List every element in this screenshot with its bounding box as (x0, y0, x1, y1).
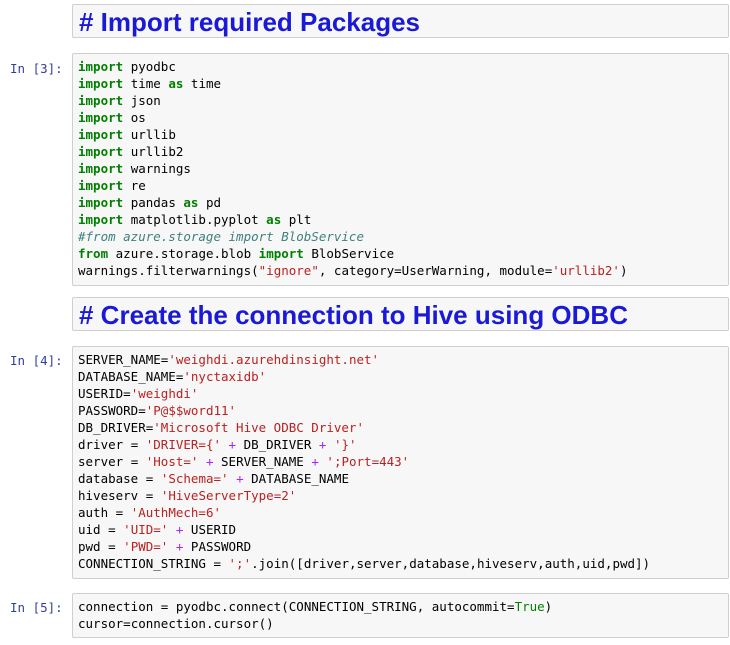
code-line: USERID='weighdi' (78, 386, 199, 401)
code-editor-3[interactable]: import pyodbc import time as time import… (73, 54, 728, 279)
code-line: import os (78, 110, 146, 125)
code-line: auth = 'AuthMech=6' (78, 505, 222, 520)
heading-import: # Import required Packages (79, 7, 421, 37)
code-line: import pyodbc (78, 59, 176, 74)
prompt-in-4: In [4]: (10, 353, 63, 368)
prompt-in-5: In [5]: (10, 600, 63, 615)
code-cell-3[interactable]: import pyodbc import time as time import… (72, 53, 729, 286)
code-line: connection = pyodbc.connect(CONNECTION_S… (78, 599, 553, 614)
code-line: import urllib2 (78, 144, 184, 159)
code-editor-5[interactable]: connection = pyodbc.connect(CONNECTION_S… (73, 594, 728, 632)
code-line: import json (78, 93, 161, 108)
code-editor-4[interactable]: SERVER_NAME='weighdi.azurehdinsight.net'… (73, 347, 728, 572)
code-line: warnings.filterwarnings("ignore", catego… (78, 263, 628, 278)
code-line: database = 'Schema=' + DATABASE_NAME (78, 471, 349, 486)
code-line: import time as time (78, 76, 222, 91)
code-line: uid = 'UID=' + USERID (78, 522, 237, 537)
code-line: #from azure.storage import BlobService (78, 229, 364, 244)
code-line: CONNECTION_STRING = ';'.join([driver,ser… (78, 556, 651, 571)
code-line: cursor=connection.cursor() (78, 616, 274, 631)
code-line: import pandas as pd (78, 195, 222, 210)
markdown-cell-import[interactable]: # Import required Packages (72, 4, 729, 38)
code-line: SERVER_NAME='weighdi.azurehdinsight.net' (78, 352, 380, 367)
code-line: import warnings (78, 161, 191, 176)
code-line: import re (78, 178, 146, 193)
code-line: DB_DRIVER='Microsoft Hive ODBC Driver' (78, 420, 364, 435)
code-line: DATABASE_NAME='nyctaxidb' (78, 369, 267, 384)
code-line: pwd = 'PWD=' + PASSWORD (78, 539, 252, 554)
code-line: import matplotlib.pyplot as plt (78, 212, 312, 227)
code-line: import urllib (78, 127, 176, 142)
prompt-in-3: In [3]: (10, 61, 63, 76)
code-line: driver = 'DRIVER={' + DB_DRIVER + '}' (78, 437, 357, 452)
markdown-cell-connection[interactable]: # Create the connection to Hive using OD… (72, 297, 729, 331)
code-line: hiveserv = 'HiveServerType=2' (78, 488, 297, 503)
code-cell-5[interactable]: connection = pyodbc.connect(CONNECTION_S… (72, 593, 729, 638)
code-line: server = 'Host=' + SERVER_NAME + ';Port=… (78, 454, 410, 469)
code-line: from azure.storage.blob import BlobServi… (78, 246, 395, 261)
code-line: PASSWORD='P@$$word11' (78, 403, 237, 418)
heading-connection: # Create the connection to Hive using OD… (79, 300, 628, 330)
code-cell-4[interactable]: SERVER_NAME='weighdi.azurehdinsight.net'… (72, 346, 729, 579)
